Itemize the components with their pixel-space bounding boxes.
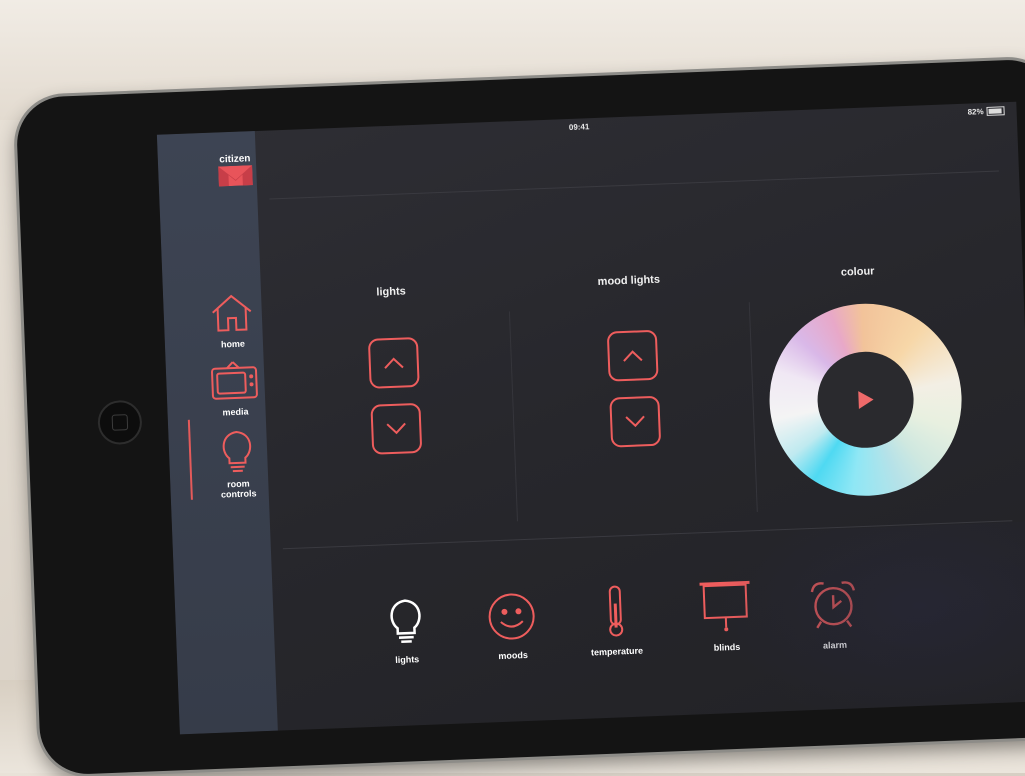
brand-logo: citizen — [216, 153, 255, 187]
lights-title: lights — [376, 285, 406, 299]
column-divider — [508, 311, 518, 522]
mood-lights-up-button[interactable] — [606, 329, 659, 382]
clock: 09:41 — [568, 122, 590, 132]
battery-indicator: 82% — [967, 106, 1005, 117]
chevron-up-icon — [623, 350, 643, 362]
mood-lights-title: mood lights — [597, 273, 661, 288]
tab-label: alarm — [822, 639, 848, 651]
lights-down-button[interactable] — [370, 402, 423, 455]
chevron-up-icon — [384, 357, 404, 369]
sidebar-item-label: room controls — [220, 478, 257, 500]
colour-wheel[interactable] — [765, 300, 966, 500]
tab-temperature[interactable]: temperature — [574, 582, 657, 658]
active-nav-indicator — [187, 419, 193, 500]
tab-label: lights — [395, 654, 420, 666]
tab-label: moods — [498, 649, 529, 662]
tab-label: blinds — [713, 641, 741, 653]
bulb-icon — [390, 599, 421, 644]
sidebar-item-room-controls[interactable]: room controls — [208, 427, 267, 500]
tab-label: temperature — [590, 645, 644, 658]
tablet-screen: iPad 09:41 82% citizen home — [156, 101, 1025, 735]
tab-alarm[interactable]: alarm — [792, 576, 875, 652]
battery-percent: 82% — [967, 107, 984, 117]
brand-name: citizen — [219, 153, 251, 166]
sidebar: citizen home media room controls — [156, 131, 278, 735]
sidebar-item-media[interactable]: media — [206, 359, 264, 418]
colour-play-button[interactable] — [815, 349, 916, 450]
top-divider — [269, 170, 999, 200]
house-icon — [212, 294, 252, 332]
tab-lights[interactable]: lights — [365, 594, 448, 666]
bulb-icon — [222, 430, 252, 473]
mood-lights-down-button[interactable] — [609, 395, 662, 448]
colour-title: colour — [840, 265, 875, 279]
home-hardware-button[interactable] — [97, 399, 143, 446]
brand-m-icon — [218, 165, 253, 187]
bottom-divider — [282, 520, 1013, 550]
chevron-down-icon — [625, 415, 645, 428]
column-divider — [748, 302, 758, 513]
smiley-icon — [488, 593, 535, 640]
lights-up-button[interactable] — [367, 336, 420, 389]
chevron-down-icon — [386, 422, 406, 435]
alarm-clock-icon — [810, 581, 856, 629]
play-icon — [858, 391, 874, 410]
battery-icon — [986, 106, 1005, 116]
thermometer-icon — [608, 585, 624, 637]
projector-screen-icon — [699, 580, 750, 632]
tab-blinds[interactable]: blinds — [684, 578, 767, 654]
sidebar-item-home[interactable]: home — [203, 291, 261, 350]
tv-icon — [211, 361, 258, 400]
tab-moods[interactable]: moods — [471, 590, 554, 662]
sidebar-item-label: media — [222, 406, 249, 418]
sidebar-item-label: home — [220, 338, 246, 350]
ipad-device: iPad 09:41 82% citizen home — [15, 58, 1025, 776]
status-bar: iPad 09:41 82% — [157, 102, 1017, 151]
